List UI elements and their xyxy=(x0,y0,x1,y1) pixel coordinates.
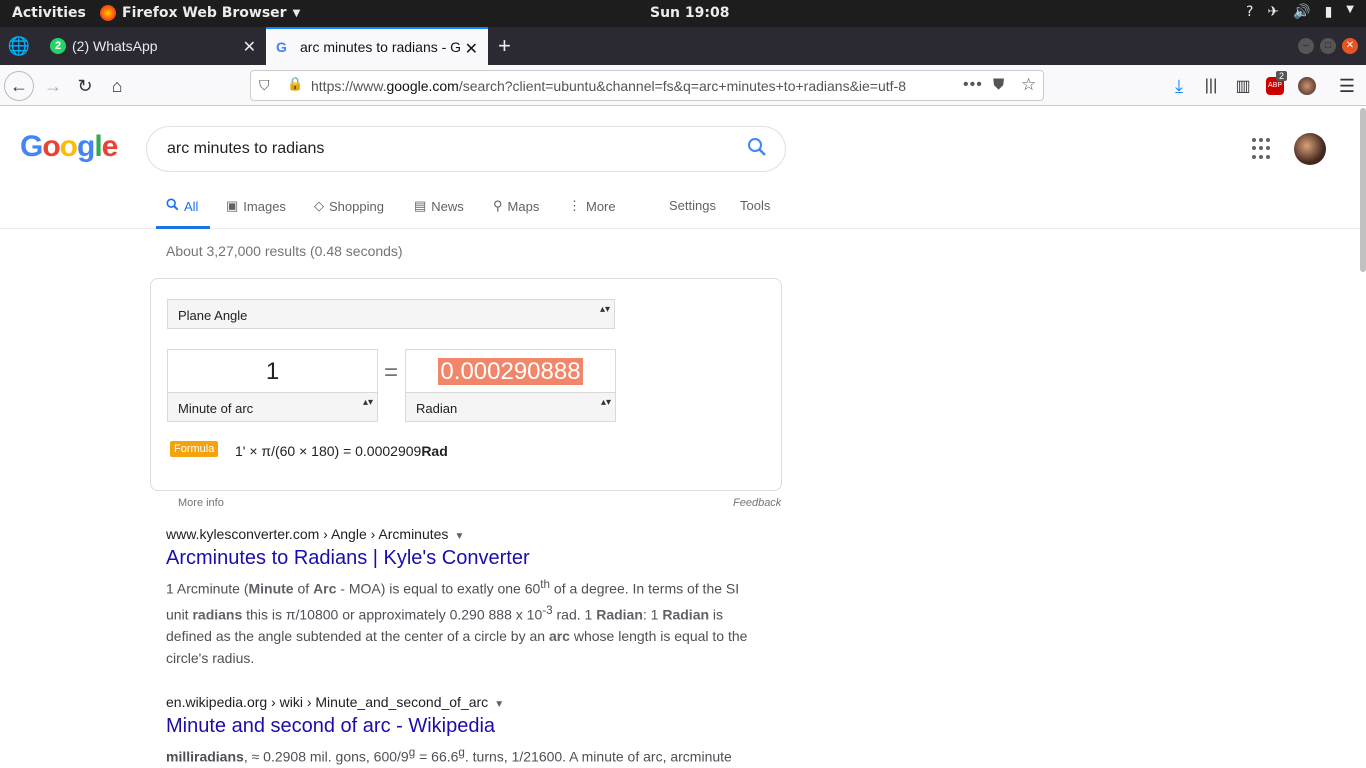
search-query-text[interactable]: arc minutes to radians xyxy=(167,140,324,158)
pocket-icon[interactable]: ⛊ xyxy=(993,76,1004,93)
more-actions-icon[interactable]: ••• xyxy=(963,76,983,94)
chevron-down-icon[interactable]: ▼ xyxy=(1346,4,1354,20)
minimize-button[interactable]: – xyxy=(1298,38,1314,54)
tab-news[interactable]: ▤ News xyxy=(414,198,464,214)
search-icon xyxy=(166,198,179,214)
search-tabs: All ▣ Images ◇ Shopping ▤ News ⚲ Maps ⋮ More … xyxy=(0,188,1366,229)
scrollbar[interactable] xyxy=(1360,108,1366,272)
hamburger-menu-icon[interactable]: ☰ xyxy=(1332,71,1362,101)
close-icon[interactable]: ✕ xyxy=(243,37,256,57)
account-avatar[interactable] xyxy=(1294,133,1326,165)
app-menu-label: Firefox Web Browser xyxy=(122,5,287,21)
app-menu[interactable]: Firefox Web Browser ▼ xyxy=(100,5,300,21)
search-result: en.wikipedia.org › wiki › Minute_and_sec… xyxy=(166,694,766,768)
more-info-link[interactable]: More info xyxy=(178,497,224,509)
activities-button[interactable]: Activities xyxy=(12,5,86,21)
forward-button[interactable]: → xyxy=(38,71,68,101)
category-select[interactable]: Plane Angle ▴▾ xyxy=(167,299,615,329)
google-favicon-icon: G xyxy=(276,39,287,55)
home-button[interactable]: ⌂ xyxy=(102,71,132,101)
google-logo[interactable]: Google xyxy=(20,130,118,164)
extension-avatar-icon[interactable] xyxy=(1292,71,1322,101)
new-tab-button[interactable]: + xyxy=(498,33,511,59)
tools-link[interactable]: Tools xyxy=(740,198,770,213)
battery-icon[interactable]: ▮ xyxy=(1325,4,1333,20)
formula-badge: Formula xyxy=(170,441,219,457)
adblock-icon[interactable]: ABP 2 xyxy=(1260,71,1290,101)
result-url[interactable]: en.wikipedia.org › wiki › Minute_and_sec… xyxy=(166,694,766,710)
select-arrows-icon: ▴▾ xyxy=(599,304,610,315)
unit-converter-card: Plane Angle ▴▾ 1 Minute of arc ▴▾ = 0.00… xyxy=(150,278,782,491)
accessibility-icon[interactable]: ? xyxy=(1246,4,1253,20)
whatsapp-icon: 2 xyxy=(50,38,66,54)
library-icon[interactable]: ||| xyxy=(1196,71,1226,101)
tab-shopping[interactable]: ◇ Shopping xyxy=(314,198,384,214)
result-snippet: 1 Arcminute (Minute of Arc - MOA) is equ… xyxy=(166,578,748,667)
globe-icon[interactable]: 🌐 xyxy=(4,31,34,61)
result-url[interactable]: www.kylesconverter.com › Angle › Arcminu… xyxy=(166,526,766,542)
tab-strip: 🌐 2 (2) WhatsApp ✕ G arc minutes to radi… xyxy=(0,27,1366,65)
chevron-down-icon[interactable]: ▼ xyxy=(454,531,464,542)
close-window-button[interactable]: ✕ xyxy=(1342,38,1358,54)
map-pin-icon: ⚲ xyxy=(493,198,503,213)
clock[interactable]: Sun 19:08 xyxy=(650,5,729,21)
tab-whatsapp[interactable]: 2 (2) WhatsApp ✕ xyxy=(40,27,266,65)
chevron-down-icon[interactable]: ▼ xyxy=(494,699,504,710)
firefox-icon xyxy=(100,5,116,21)
vertical-dots-icon: ⋮ xyxy=(568,198,581,213)
to-unit-select[interactable]: Radian ▴▾ xyxy=(405,392,616,422)
bookmark-star-icon[interactable]: ☆ xyxy=(1021,75,1036,95)
navigation-toolbar: ← → ↻ ⌂ ⛉ 🔒 https://www.google.com/searc… xyxy=(0,65,1366,106)
tag-icon: ◇ xyxy=(314,198,324,213)
result-snippet: milliradians, ≈ 0.2908 mil. gons, 600/9g… xyxy=(166,746,732,765)
window-controls: – □ ✕ xyxy=(1298,38,1358,54)
tab-label: (2) WhatsApp xyxy=(72,38,158,54)
from-value-input[interactable]: 1 xyxy=(167,349,378,392)
back-button[interactable]: ← xyxy=(4,71,34,101)
url-text[interactable]: https://www.google.com/search?client=ubu… xyxy=(311,78,931,94)
tab-label: arc minutes to radians - G xyxy=(300,39,462,55)
to-value-input[interactable]: 0.000290888 xyxy=(405,349,616,392)
settings-link[interactable]: Settings xyxy=(669,198,716,213)
airplane-icon[interactable]: ✈ xyxy=(1267,4,1279,20)
lock-icon[interactable]: 🔒 xyxy=(287,76,303,92)
downloads-icon[interactable]: ⤓ xyxy=(1164,71,1194,101)
equals-sign: = xyxy=(384,359,399,386)
maximize-button[interactable]: □ xyxy=(1320,38,1336,54)
search-icon[interactable] xyxy=(747,137,767,163)
tab-maps[interactable]: ⚲ Maps xyxy=(493,198,539,214)
result-title-link[interactable]: Minute and second of arc - Wikipedia xyxy=(166,715,766,738)
feedback-link[interactable]: Feedback xyxy=(733,497,781,509)
tab-all[interactable]: All xyxy=(155,198,212,229)
reload-button[interactable]: ↻ xyxy=(70,71,100,101)
newspaper-icon: ▤ xyxy=(414,198,427,213)
adblock-count-badge: 2 xyxy=(1276,71,1288,81)
tab-more[interactable]: ⋮ More xyxy=(568,198,616,214)
result-stats: About 3,27,000 results (0.48 seconds) xyxy=(166,243,403,259)
url-bar[interactable]: ⛉ 🔒 https://www.google.com/search?client… xyxy=(250,70,1044,101)
google-apps-icon[interactable] xyxy=(1252,138,1274,160)
to-value-selected-text[interactable]: 0.000290888 xyxy=(438,358,583,385)
tab-images[interactable]: ▣ Images xyxy=(226,198,286,214)
result-title-link[interactable]: Arcminutes to Radians | Kyle's Converter xyxy=(166,547,766,570)
search-input[interactable]: arc minutes to radians xyxy=(146,126,786,172)
search-result: www.kylesconverter.com › Angle › Arcminu… xyxy=(166,526,766,669)
select-arrows-icon: ▴▾ xyxy=(600,397,611,408)
image-icon: ▣ xyxy=(226,198,239,213)
chevron-down-icon: ▼ xyxy=(292,7,301,19)
formula-text: 1' × π/(60 × 180) = 0.0002909Rad xyxy=(235,443,448,459)
volume-icon[interactable]: 🔊 xyxy=(1293,4,1310,20)
shield-icon[interactable]: ⛉ xyxy=(259,77,270,94)
tab-google-search[interactable]: G arc minutes to radians - G ✕ xyxy=(266,27,488,65)
system-top-bar: Activities Firefox Web Browser ▼ Sun 19:… xyxy=(0,0,1366,27)
from-unit-select[interactable]: Minute of arc ▴▾ xyxy=(167,392,378,422)
system-tray[interactable]: ? ✈ 🔊 ▮ ▼ xyxy=(1246,4,1354,20)
sidebar-icon[interactable]: ▥ xyxy=(1228,71,1258,101)
select-arrows-icon: ▴▾ xyxy=(362,397,373,408)
close-icon[interactable]: ✕ xyxy=(465,39,478,59)
